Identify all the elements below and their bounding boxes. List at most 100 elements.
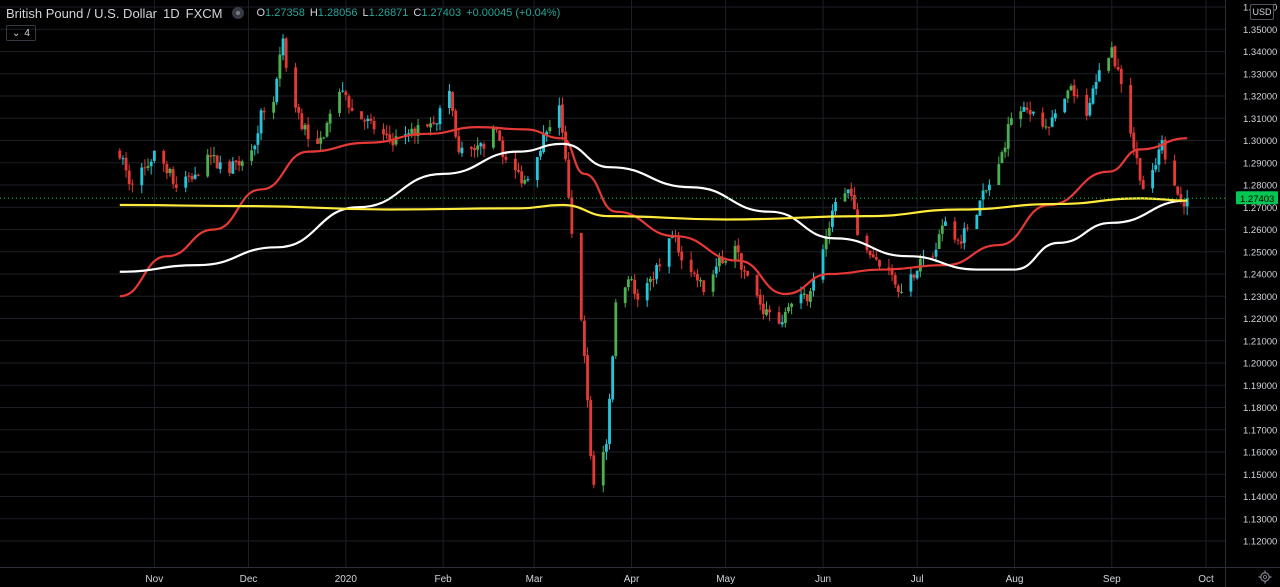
candle-body[interactable] xyxy=(893,275,897,285)
candle-body[interactable] xyxy=(165,164,169,174)
candle-body[interactable] xyxy=(623,287,627,304)
candle-body[interactable] xyxy=(677,236,681,253)
candle-body[interactable] xyxy=(451,91,454,112)
candle-body[interactable] xyxy=(426,124,429,127)
candle-body[interactable] xyxy=(382,128,385,135)
candle-body[interactable] xyxy=(874,257,878,260)
candle-body[interactable] xyxy=(275,78,279,103)
candle-body[interactable] xyxy=(614,302,618,357)
candle-body[interactable] xyxy=(520,171,524,184)
candle-body[interactable] xyxy=(350,107,354,111)
candle-body[interactable] xyxy=(768,309,772,313)
candle-body[interactable] xyxy=(667,238,671,267)
candle-body[interactable] xyxy=(997,164,1001,186)
candle-body[interactable] xyxy=(143,167,147,169)
candle-body[interactable] xyxy=(171,169,175,184)
candle-body[interactable] xyxy=(526,179,530,181)
candle-body[interactable] xyxy=(262,110,266,113)
candle-body[interactable] xyxy=(1097,70,1101,82)
gear-icon[interactable] xyxy=(1258,570,1272,584)
candle-body[interactable] xyxy=(303,125,307,130)
candle-body[interactable] xyxy=(1044,126,1048,128)
candle-body[interactable] xyxy=(306,124,310,140)
candle-body[interactable] xyxy=(582,320,586,356)
candle-body[interactable] xyxy=(454,110,458,137)
candle-body[interactable] xyxy=(344,91,348,96)
candle-body[interactable] xyxy=(206,154,210,177)
candle-body[interactable] xyxy=(658,264,662,267)
candle-body[interactable] xyxy=(1151,169,1155,189)
candle-body[interactable] xyxy=(984,190,988,192)
candle-body[interactable] xyxy=(912,274,916,278)
candle-body[interactable] xyxy=(1173,160,1177,186)
candle-body[interactable] xyxy=(802,293,806,295)
candle-body[interactable] xyxy=(228,161,232,173)
candle-body[interactable] xyxy=(956,239,960,241)
candle-body[interactable] xyxy=(900,291,903,294)
candle-body[interactable] xyxy=(570,197,574,234)
candle-body[interactable] xyxy=(272,101,276,113)
candle-body[interactable] xyxy=(322,137,326,139)
candle-body[interactable] xyxy=(918,258,922,272)
candle-body[interactable] xyxy=(887,267,891,269)
candle-body[interactable] xyxy=(940,225,944,234)
candle-body[interactable] xyxy=(733,246,737,262)
moving-average-line-1[interactable] xyxy=(119,126,1188,298)
candle-body[interactable] xyxy=(124,157,128,171)
candle-body[interactable] xyxy=(149,161,153,167)
candle-body[interactable] xyxy=(212,154,216,157)
candle-body[interactable] xyxy=(975,215,979,229)
candle-body[interactable] xyxy=(809,291,812,302)
candle-body[interactable] xyxy=(1000,152,1004,164)
candle-body[interactable] xyxy=(561,104,564,133)
candle-body[interactable] xyxy=(827,228,831,236)
candle-body[interactable] xyxy=(187,175,191,177)
candle-body[interactable] xyxy=(608,398,611,444)
candle-body[interactable] xyxy=(278,54,282,79)
candle-body[interactable] xyxy=(1085,94,1089,116)
candle-body[interactable] xyxy=(1157,149,1161,165)
candle-body[interactable] xyxy=(655,265,659,280)
candle-body[interactable] xyxy=(1138,158,1142,181)
candle-body[interactable] xyxy=(868,250,872,256)
candle-body[interactable] xyxy=(523,179,527,184)
candle-body[interactable] xyxy=(1116,66,1120,70)
candle-body[interactable] xyxy=(146,165,150,168)
candle-body[interactable] xyxy=(435,123,439,125)
candle-body[interactable] xyxy=(513,158,517,171)
indicators-toggle[interactable]: ⌄ 4 xyxy=(6,25,36,41)
candle-body[interactable] xyxy=(231,161,235,174)
candle-body[interactable] xyxy=(915,270,919,279)
candle-body[interactable] xyxy=(316,138,319,144)
candle-body[interactable] xyxy=(937,234,941,249)
candle-body[interactable] xyxy=(407,133,411,135)
candle-body[interactable] xyxy=(611,356,615,400)
candle-body[interactable] xyxy=(184,176,188,188)
candle-body[interactable] xyxy=(965,227,969,229)
candle-body[interactable] xyxy=(1003,147,1007,153)
candle-body[interactable] xyxy=(234,160,238,163)
candle-body[interactable] xyxy=(1031,111,1035,114)
candle-body[interactable] xyxy=(253,145,257,150)
candle-body[interactable] xyxy=(909,274,913,292)
candle-body[interactable] xyxy=(896,285,900,292)
candle-body[interactable] xyxy=(294,67,298,108)
candle-body[interactable] xyxy=(1132,132,1136,149)
candle-body[interactable] xyxy=(457,136,461,153)
candle-body[interactable] xyxy=(168,168,172,174)
candle-body[interactable] xyxy=(878,259,881,267)
candle-body[interactable] xyxy=(934,249,938,257)
candle-body[interactable] xyxy=(539,151,542,157)
candle-body[interactable] xyxy=(473,148,476,151)
candle-body[interactable] xyxy=(604,444,608,452)
candle-body[interactable] xyxy=(755,275,759,296)
candle-body[interactable] xyxy=(460,147,464,154)
candle-body[interactable] xyxy=(799,294,803,304)
moving-average-line-3[interactable] xyxy=(119,197,1188,221)
candle-body[interactable] xyxy=(237,160,241,166)
candle-body[interactable] xyxy=(338,92,341,114)
candle-body[interactable] xyxy=(1069,86,1073,91)
candle-body[interactable] xyxy=(297,107,301,113)
candle-body[interactable] xyxy=(448,90,451,109)
candle-body[interactable] xyxy=(736,245,740,253)
